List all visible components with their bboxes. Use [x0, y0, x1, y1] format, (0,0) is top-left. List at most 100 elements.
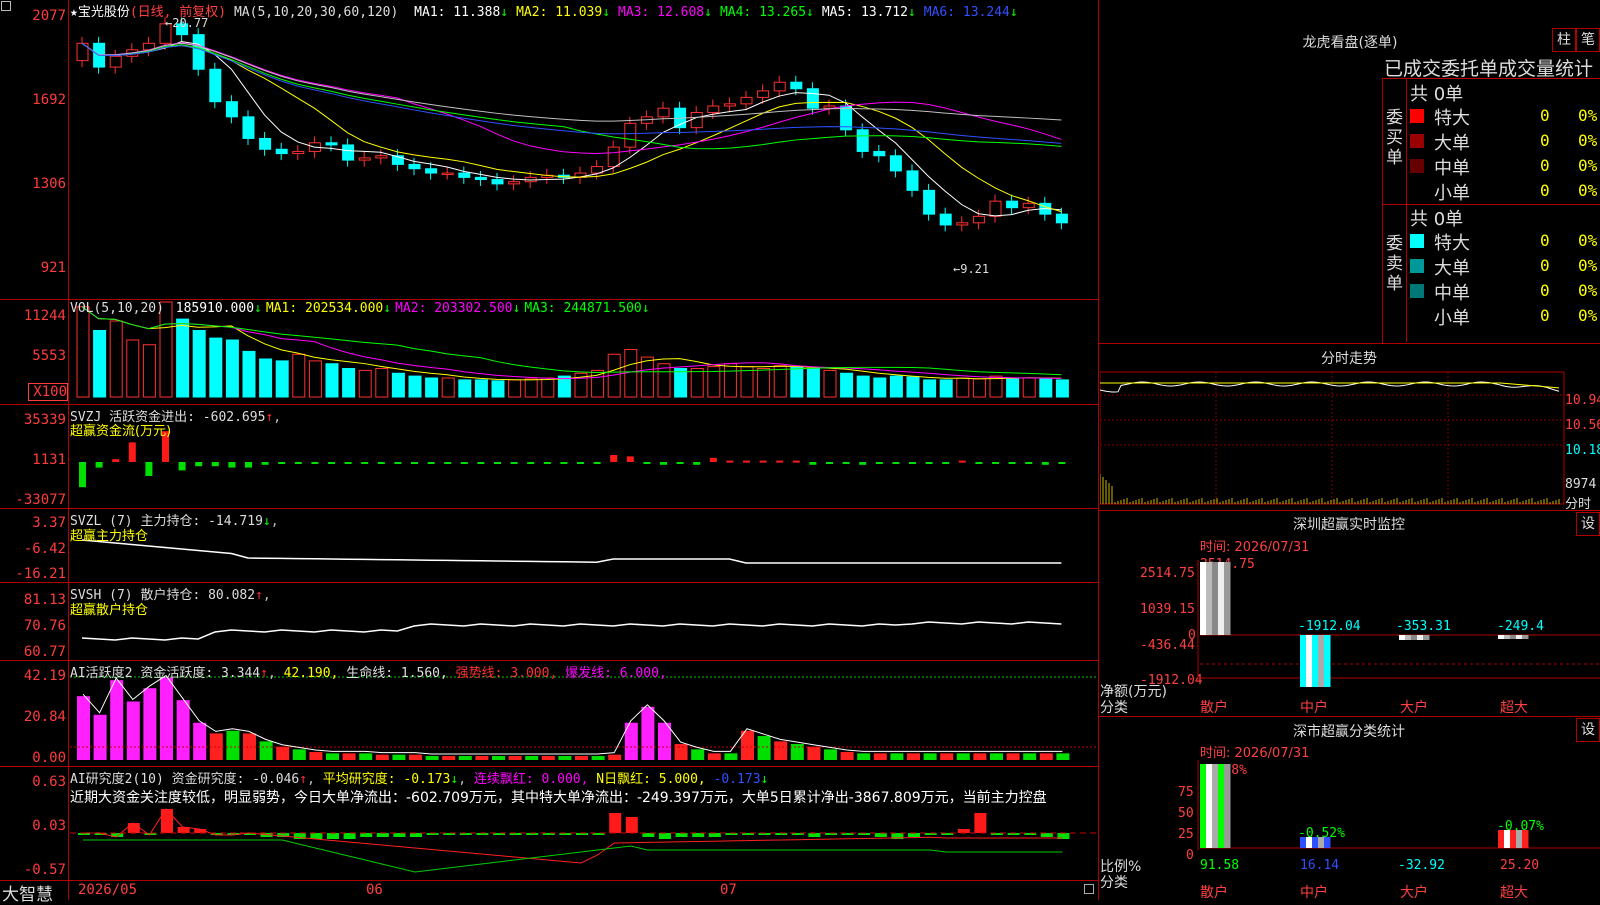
category-label: 超大 — [1500, 700, 1528, 716]
candle — [491, 179, 504, 185]
order-row-pct: 0% — [1578, 231, 1598, 250]
svsh-y-tick: 81.13 — [23, 592, 66, 608]
window-menu-icon[interactable] — [1, 1, 11, 11]
candle — [707, 105, 720, 114]
flow-bar — [909, 462, 916, 464]
activity-bar — [757, 736, 771, 760]
low-price-label: ←9.21 — [953, 262, 990, 276]
pen-view-button[interactable]: 笔 — [1576, 28, 1600, 52]
candle — [906, 170, 919, 191]
activity-bar — [707, 753, 721, 760]
lock-icon[interactable] — [1084, 884, 1094, 894]
price-header: ★宝光股份(日线, 前复权) MA(5,10,20,30,60,120) MA1… — [70, 1, 1018, 20]
candle — [209, 68, 222, 103]
volume-bar — [408, 375, 422, 398]
research-bar — [310, 833, 323, 839]
candle — [1006, 200, 1019, 209]
research-bar — [161, 809, 173, 833]
candle — [292, 150, 305, 155]
svzl-line — [81, 539, 1062, 564]
panel-divider — [0, 766, 1098, 767]
order-row-count: 0 — [1540, 181, 1550, 200]
class-settings-button[interactable]: 设 — [1576, 718, 1600, 742]
volume-bar — [1055, 379, 1069, 398]
volume-bar — [242, 350, 256, 398]
panel-divider — [0, 508, 1098, 509]
flow-bar — [726, 460, 734, 463]
vol-header: VOL(5,10,20) 185910.000↓ MA1: 202534.000↓… — [70, 301, 650, 316]
activity-bar — [442, 756, 456, 760]
volume-bar — [889, 375, 903, 398]
research-bar — [974, 813, 987, 833]
activity-bar — [940, 753, 954, 760]
ai-active-y-tick: 0.00 — [32, 750, 66, 766]
activity-bar — [956, 753, 970, 760]
flow-bar — [444, 462, 452, 464]
flow-bar — [809, 462, 817, 465]
monitor-settings-button[interactable]: 设 — [1576, 512, 1600, 536]
buy-order-label: 委买单 — [1386, 108, 1403, 168]
stat-divider — [1406, 78, 1407, 342]
candle — [690, 112, 703, 129]
date-tick-jul: 07 — [720, 882, 737, 898]
volume-bar — [906, 376, 920, 398]
ai-research-y-tick: 0.63 — [32, 774, 66, 790]
candle — [773, 81, 786, 92]
order-row-pct: 0% — [1578, 281, 1598, 300]
flow-bar — [411, 462, 418, 464]
volume-bar — [989, 375, 1003, 398]
candle — [657, 107, 670, 118]
activity-bar — [292, 749, 306, 760]
ma-label: MA(5,10,20,30,60,120) — [233, 5, 399, 20]
activity-bar — [923, 753, 937, 760]
flow-bar — [427, 462, 435, 464]
minute-tick: 10.18 — [1565, 443, 1600, 458]
research-bar — [692, 833, 705, 837]
chart-bar — [1300, 837, 1331, 848]
svzj-y-tick: 35339 — [23, 412, 66, 428]
activity-bar — [641, 706, 655, 760]
activity-bar — [409, 754, 422, 760]
panel-divider — [0, 299, 1098, 300]
candle — [109, 55, 122, 68]
vol-values: 185910.000↓ MA1: 202534.000↓ MA2: 203302.5… — [175, 301, 650, 316]
activity-bar — [309, 752, 323, 760]
flow-bar — [195, 462, 203, 467]
research-line — [83, 839, 1063, 873]
order-row-pct: 0% — [1578, 131, 1598, 150]
candle — [225, 101, 238, 118]
panel-divider — [0, 880, 1098, 881]
candle — [723, 103, 736, 107]
flow-bar — [178, 462, 186, 471]
right-divider — [1098, 343, 1600, 344]
activity-bar — [973, 753, 987, 760]
bar-view-button[interactable]: 柱 — [1552, 28, 1576, 52]
volume-bar — [690, 368, 704, 398]
candle — [275, 148, 288, 155]
vol-unit-tick: X100 — [28, 383, 68, 401]
vol-y-tick: 5553 — [32, 348, 66, 364]
activity-bar — [508, 756, 522, 760]
order-row-count: 0 — [1540, 231, 1550, 250]
research-bar — [393, 833, 406, 837]
flow-bar — [477, 462, 485, 464]
volume-bar — [142, 344, 156, 398]
volume-bar — [259, 358, 273, 398]
candle — [408, 163, 421, 170]
volume-bar — [840, 372, 854, 398]
ai-active-y-tick: 20.84 — [23, 709, 66, 725]
main-chart-area[interactable] — [0, 0, 1100, 900]
volume-bar — [923, 379, 937, 398]
stock-name[interactable]: ★宝光股份 — [70, 5, 130, 20]
activity-bar — [143, 688, 157, 760]
svsh-title: 超赢散户持仓 — [70, 603, 149, 618]
flow-bar — [676, 462, 684, 464]
sell-total: 共 0单 — [1410, 209, 1464, 230]
activity-bar — [890, 753, 904, 760]
flow-bar — [527, 462, 535, 464]
volume-bar — [93, 330, 107, 398]
minute-chart[interactable] — [1100, 370, 1565, 510]
minute-tick: 10.94 — [1565, 393, 1600, 408]
volume-bar — [225, 339, 239, 398]
flow-bar — [294, 462, 302, 464]
